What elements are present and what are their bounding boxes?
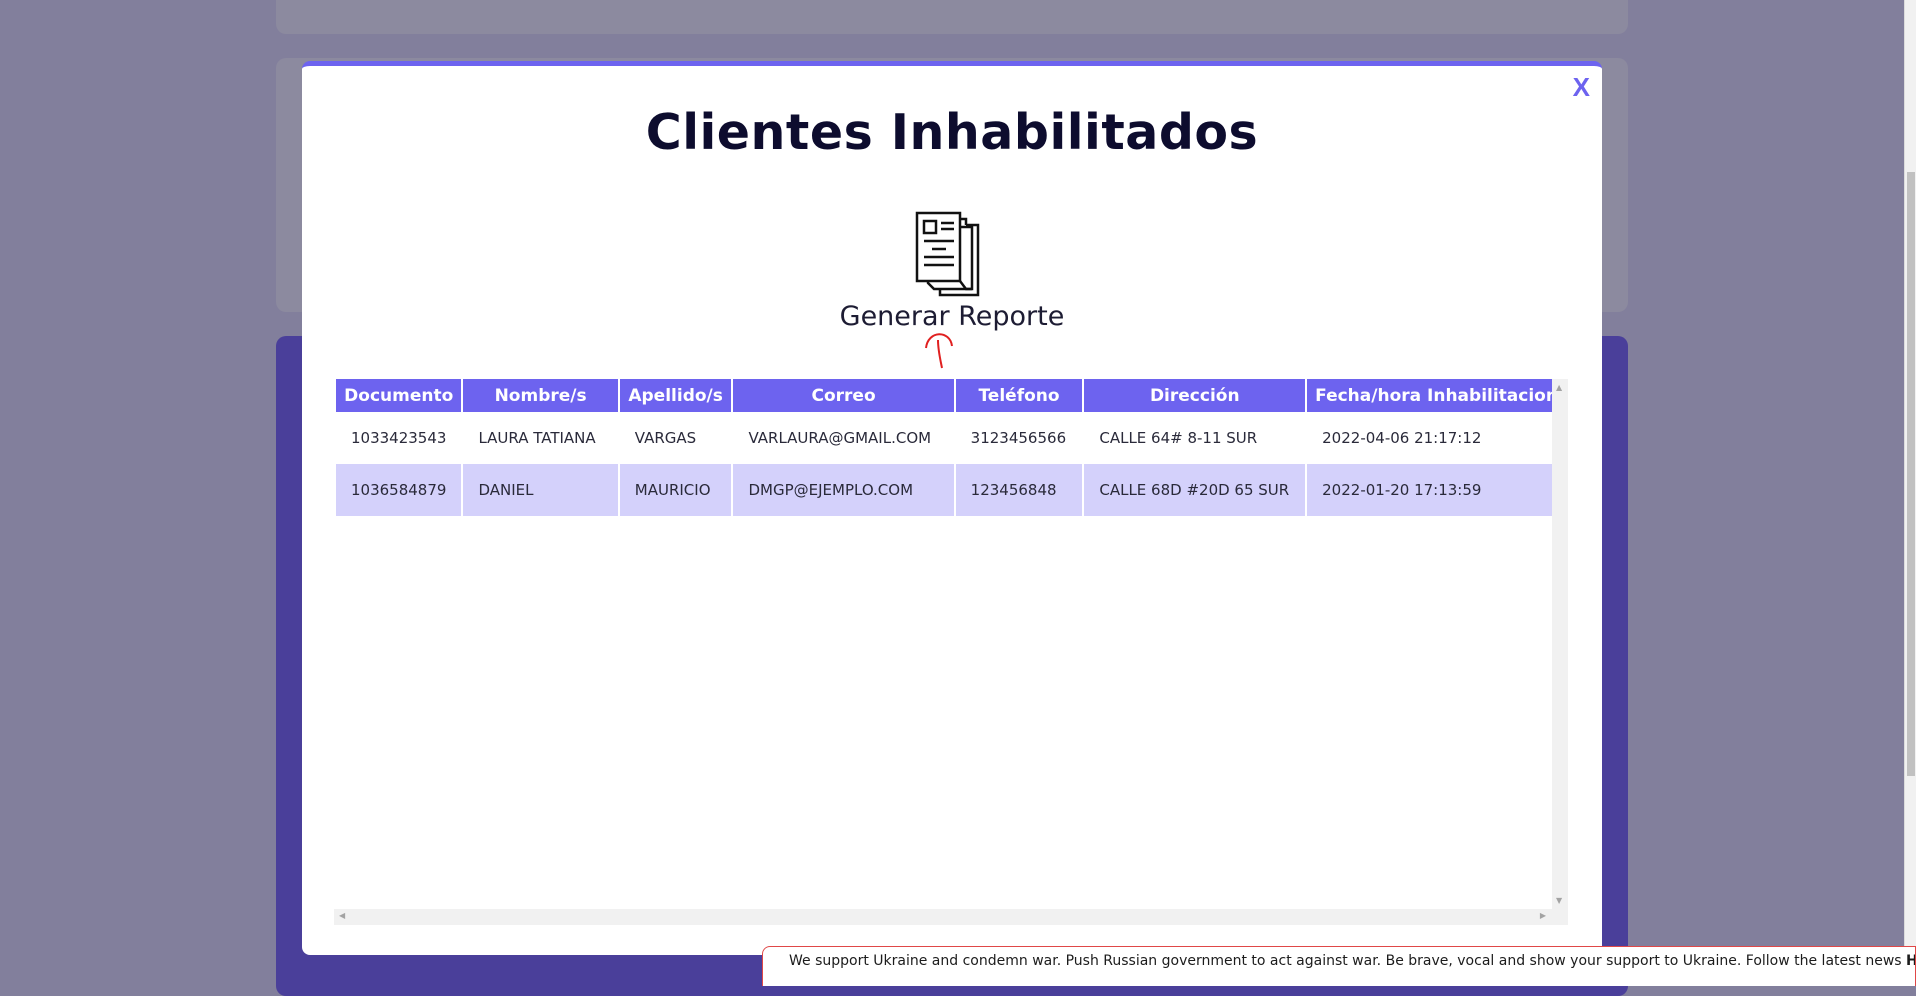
scroll-down-arrow-icon[interactable]: ▼ bbox=[1556, 896, 1562, 905]
table-cell: CALLE 64# 8-11 SUR bbox=[1099, 429, 1258, 447]
table-cell: DANIEL bbox=[463, 464, 618, 516]
table-row[interactable]: 1036584879 DANIEL MAURICIO DMGP@EJEMPLO.… bbox=[336, 464, 1566, 516]
table-cell: VARLAURA@GMAIL.COM bbox=[748, 429, 932, 447]
column-header: Nombre/s bbox=[463, 379, 618, 412]
column-header: Fecha/hora Inhabilitacion bbox=[1307, 379, 1566, 412]
clients-table: Documento Nombre/s Apellido/s Correo Tel… bbox=[334, 379, 1568, 516]
table-cell: DMGP@EJEMPLO.COM bbox=[733, 464, 954, 516]
table-cell: MAURICIO bbox=[619, 464, 732, 516]
table-cell: VARGAS bbox=[634, 429, 697, 447]
column-header: Documento bbox=[336, 379, 462, 412]
notice-link[interactable]: HERE bbox=[1906, 953, 1915, 969]
table-horizontal-scrollbar[interactable]: ◀ ▶ bbox=[334, 909, 1568, 925]
document-report-icon bbox=[915, 211, 980, 297]
clients-table-container: Documento Nombre/s Apellido/s Correo Tel… bbox=[334, 379, 1568, 925]
page-scrollbar-thumb[interactable] bbox=[1907, 172, 1915, 776]
table-cell: 123456848 bbox=[955, 464, 1083, 516]
table-cell: LAURA TATIANA bbox=[478, 429, 596, 447]
table-cell: 2022-01-20 17:13:59 bbox=[1307, 464, 1566, 516]
table-cell: 1036584879 bbox=[336, 464, 462, 516]
table-header-row: Documento Nombre/s Apellido/s Correo Tel… bbox=[336, 379, 1566, 412]
notice-text: We support Ukraine and condemn war. Push… bbox=[789, 953, 1902, 969]
column-header: Dirección bbox=[1084, 379, 1306, 412]
table-vertical-scrollbar[interactable]: ▲ ▼ bbox=[1552, 379, 1568, 909]
background-panel-top bbox=[276, 0, 1628, 34]
page-scrollbar[interactable] bbox=[1904, 0, 1916, 975]
close-button[interactable]: X bbox=[1573, 72, 1590, 103]
modal-title: Clientes Inhabilitados bbox=[645, 104, 1259, 161]
scroll-left-arrow-icon[interactable]: ◀ bbox=[339, 911, 345, 920]
disabled-clients-modal: X Clientes Inhabilitados Generar Reporte bbox=[302, 61, 1602, 955]
table-cell: 2022-04-06 21:17:12 bbox=[1322, 429, 1482, 447]
table-cell: 3123456566 bbox=[970, 429, 1067, 447]
column-header: Teléfono bbox=[955, 379, 1083, 412]
ukraine-notice-banner: We support Ukraine and condemn war. Push… bbox=[762, 946, 1916, 986]
pointer-annotation-icon bbox=[925, 333, 953, 369]
scroll-right-arrow-icon[interactable]: ▶ bbox=[1540, 911, 1546, 920]
table-row[interactable]: 1033423543 LAURA TATIANA VARGAS VARLAURA… bbox=[336, 412, 1566, 464]
column-header: Correo bbox=[733, 379, 954, 412]
column-header: Apellido/s bbox=[619, 379, 732, 412]
table-cell: CALLE 68D #20D 65 SUR bbox=[1084, 464, 1306, 516]
scroll-up-arrow-icon[interactable]: ▲ bbox=[1556, 383, 1562, 392]
table-cell: 1033423543 bbox=[351, 429, 447, 447]
